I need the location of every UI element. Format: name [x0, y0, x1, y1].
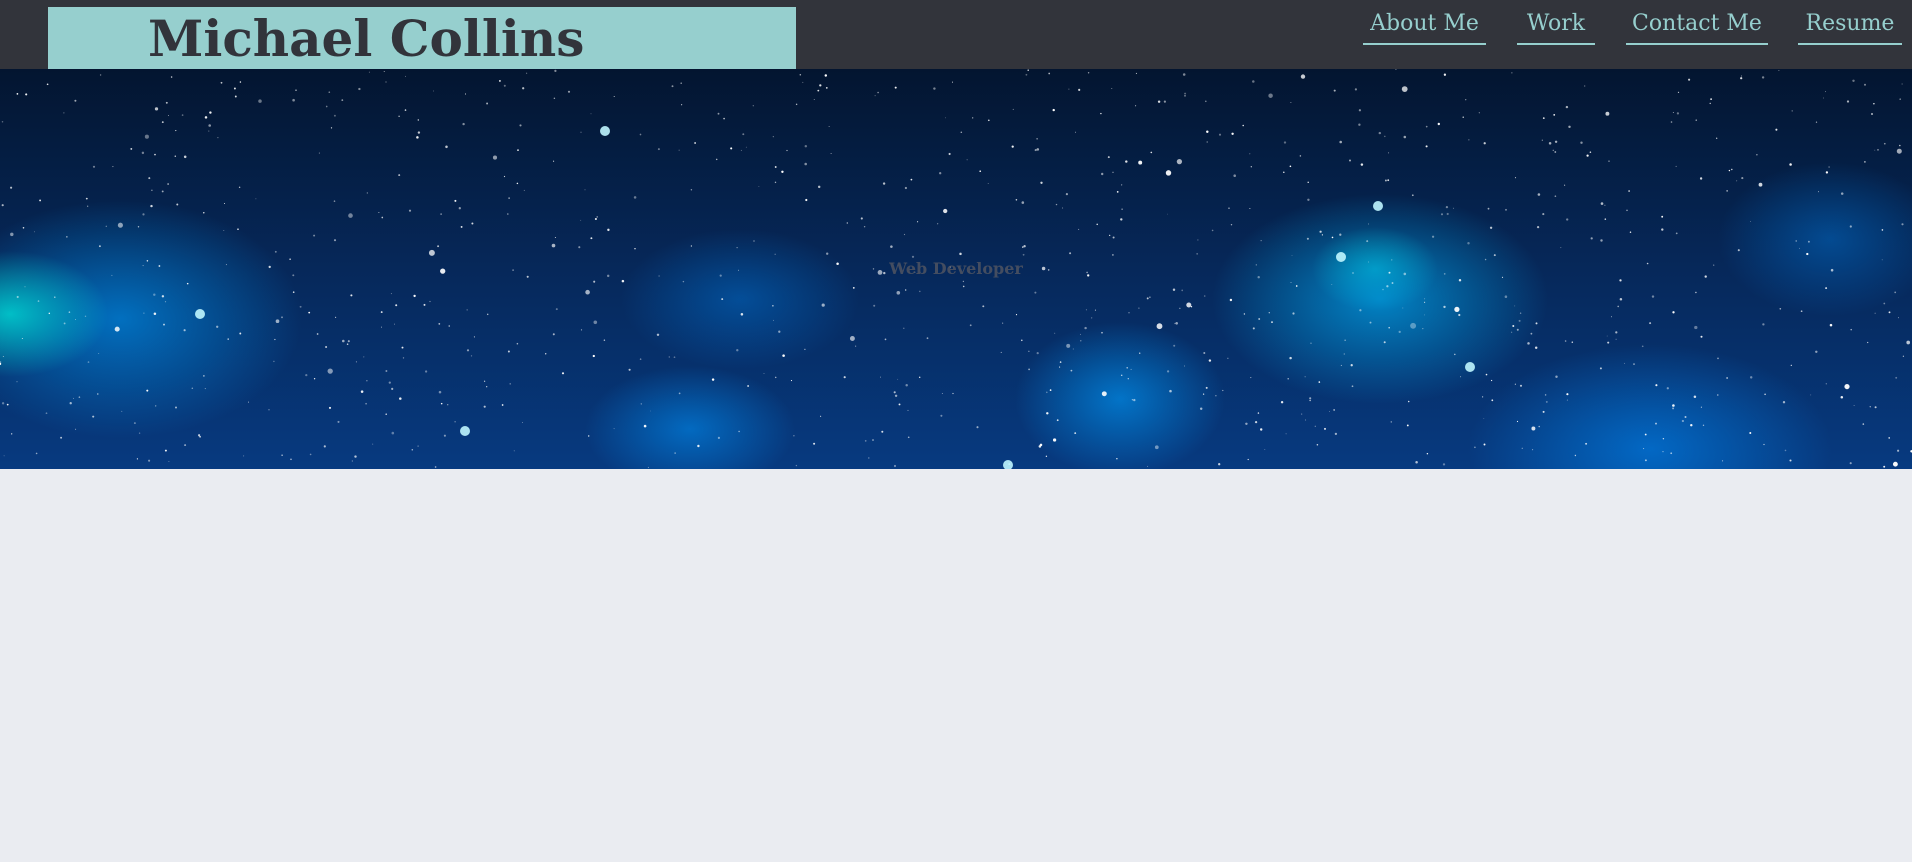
top-navigation-bar: Michael Collins About Me Work Contact Me… — [0, 0, 1912, 69]
nav-link-contact-me[interactable]: Contact Me — [1626, 10, 1768, 45]
nav-link-about-me[interactable]: About Me — [1363, 10, 1486, 45]
hero-tagline: Web Developer — [889, 259, 1023, 278]
site-title-box: Michael Collins — [48, 7, 796, 69]
hero-banner: Web Developer — [0, 69, 1912, 469]
nav-link-resume[interactable]: Resume — [1798, 10, 1902, 45]
nav-link-work[interactable]: Work — [1517, 10, 1595, 45]
site-title: Michael Collins — [148, 9, 585, 68]
